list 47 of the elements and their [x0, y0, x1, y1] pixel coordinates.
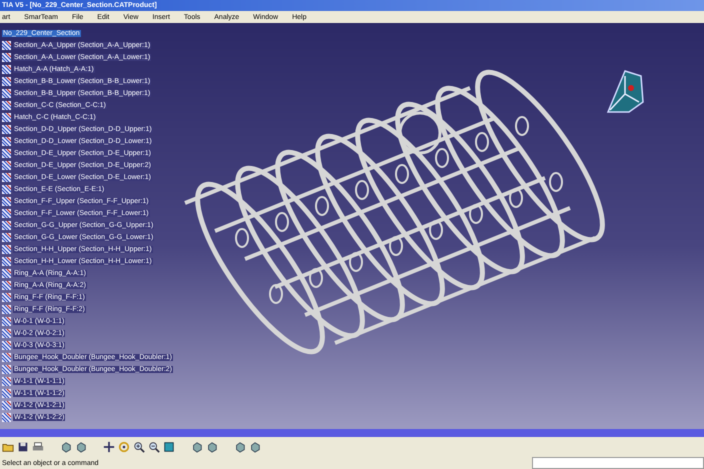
part-icon	[2, 304, 11, 314]
part-icon	[2, 100, 11, 110]
command-input-field[interactable]	[532, 457, 704, 469]
compass-drawing	[606, 70, 644, 113]
part-icon	[2, 160, 11, 170]
part-icon	[2, 112, 11, 122]
part-icon	[2, 256, 11, 266]
part-icon	[2, 124, 11, 134]
zoom-out-icon[interactable]	[148, 441, 160, 453]
save-icon[interactable]	[17, 441, 29, 453]
cube-icon[interactable]	[249, 441, 261, 453]
rotate-icon[interactable]	[118, 441, 130, 453]
part-icon	[2, 412, 11, 422]
part-icon	[2, 148, 11, 158]
part-icon	[2, 328, 11, 338]
cube-icon[interactable]	[75, 441, 87, 453]
cube-icon[interactable]	[234, 441, 246, 453]
part-icon	[2, 40, 11, 50]
zoom-in-icon[interactable]	[133, 441, 145, 453]
part-icon	[2, 52, 11, 62]
part-icon	[2, 364, 11, 374]
cube-icon[interactable]	[60, 441, 72, 453]
cube-icon[interactable]	[206, 441, 218, 453]
pan-icon[interactable]	[103, 441, 115, 453]
part-icon	[2, 184, 11, 194]
part-icon	[2, 280, 11, 290]
cube-icon[interactable]	[191, 441, 203, 453]
part-icon	[2, 268, 11, 278]
part-icon	[2, 292, 11, 302]
part-icon	[2, 352, 11, 362]
part-icon	[2, 220, 11, 230]
part-icon	[2, 388, 11, 398]
part-icon	[2, 244, 11, 254]
part-icon	[2, 88, 11, 98]
part-icon	[2, 376, 11, 386]
folder-icon[interactable]	[2, 441, 14, 453]
part-icon	[2, 136, 11, 146]
part-icon	[2, 400, 11, 410]
part-icon	[2, 64, 11, 74]
part-icon	[2, 208, 11, 218]
part-icon	[2, 340, 11, 350]
part-icon	[2, 316, 11, 326]
part-icon	[2, 172, 11, 182]
printer-icon[interactable]	[32, 441, 44, 453]
part-icon	[2, 76, 11, 86]
part-icon	[2, 196, 11, 206]
part-icon	[2, 232, 11, 242]
